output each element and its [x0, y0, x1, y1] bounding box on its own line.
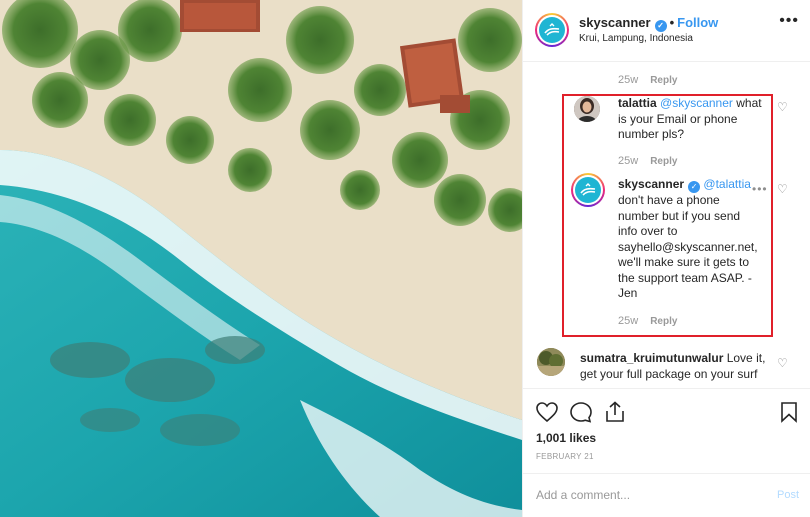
comment-body: talattia @skyscanner what is your Email …	[618, 96, 768, 143]
location-link[interactable]: Krui, Lampung, Indonesia	[579, 33, 693, 44]
post-photo[interactable]	[0, 0, 522, 517]
verified-badge-icon: ✓	[688, 181, 701, 193]
comment-text-line: Jen	[618, 286, 638, 300]
heart-outline-icon[interactable]: ♡	[777, 182, 788, 196]
account-avatar[interactable]	[535, 13, 569, 47]
header-username-row: skyscanner ✓ • Follow	[579, 15, 718, 32]
post-actions: 1,001 likes FEBRUARY 21	[523, 388, 810, 473]
reply-button[interactable]: Reply	[650, 316, 677, 327]
comment-text-line: sayhello@skyscanner.net,	[618, 239, 758, 254]
likes-count[interactable]: 1,001 likes	[536, 431, 596, 445]
commenter-avatar[interactable]	[574, 96, 600, 122]
profile-photo-icon	[574, 96, 600, 122]
heart-outline-icon[interactable]: ♡	[777, 100, 788, 114]
header-separator: •	[669, 15, 675, 30]
comment-body: skyscanner ✓ @talattia don't have a phone…	[618, 177, 768, 302]
comment-body: sumatra_kruimutunwalur Love it, get your…	[580, 351, 770, 382]
verified-badge-icon: ✓	[654, 20, 667, 32]
comment-text-line: the support team ASAP. -	[618, 270, 752, 285]
comment-age: 25w	[618, 155, 639, 167]
follow-button[interactable]: Follow	[677, 15, 718, 30]
post-comment-button[interactable]: Post	[777, 489, 799, 501]
reply-button[interactable]: Reply	[650, 156, 677, 167]
comment-options-icon[interactable]: •••	[752, 182, 768, 196]
comment-username[interactable]: skyscanner	[618, 177, 684, 191]
comment-age: 25w	[618, 74, 639, 86]
bookmark-icon[interactable]	[779, 401, 799, 423]
account-username-link[interactable]: skyscanner	[579, 15, 651, 30]
comment-mention[interactable]: @skyscanner	[660, 96, 733, 110]
skyscanner-logo-icon	[544, 23, 560, 36]
comment-meta: 25w Reply	[618, 74, 677, 86]
comment-bubble-icon[interactable]	[569, 401, 593, 423]
comment-age: 25w	[618, 315, 639, 327]
heart-outline-icon[interactable]: ♡	[777, 356, 788, 370]
post-panel: skyscanner ✓ • Follow Krui, Lampung, Indone…	[522, 0, 810, 517]
comment-username[interactable]: talattia	[618, 96, 657, 110]
comment-text-line: what	[732, 96, 762, 110]
comment-mention[interactable]: @talattia	[703, 177, 751, 191]
comments-list[interactable]: 25w Reply talattia @skyscanner what is yo…	[523, 62, 810, 388]
comment-text-line: info over to	[618, 224, 678, 238]
comment-meta: 25w Reply	[618, 155, 677, 167]
comment-text-line: we'll make sure it gets to	[618, 255, 750, 269]
like-heart-icon[interactable]	[535, 401, 559, 423]
comment-text-line: don't have a phone	[618, 193, 720, 207]
comment-username[interactable]: sumatra_kruimutunwalur	[580, 351, 723, 365]
comment-text-line: number pls?	[618, 127, 685, 141]
post-date[interactable]: FEBRUARY 21	[536, 452, 594, 461]
commenter-avatar[interactable]	[571, 173, 605, 207]
add-comment-input[interactable]	[536, 488, 756, 502]
skyscanner-logo-icon	[580, 183, 596, 196]
commenter-avatar[interactable]	[537, 348, 565, 376]
profile-photo-icon	[537, 348, 565, 376]
comment-text-line: Love it,	[723, 351, 766, 365]
comment-meta: 25w Reply	[618, 315, 677, 327]
share-icon[interactable]	[603, 401, 627, 423]
aerial-beach-image	[0, 0, 522, 517]
more-options-icon[interactable]: •••	[779, 12, 799, 30]
comment-text-line: number but if you send	[618, 208, 741, 223]
comment-text-line: is your Email or phone	[618, 111, 738, 126]
comment-text-line: get your full package on your surf	[580, 366, 758, 381]
add-comment-bar: Post	[523, 473, 810, 517]
post-header: skyscanner ✓ • Follow Krui, Lampung, Indone…	[523, 0, 810, 62]
reply-button[interactable]: Reply	[650, 75, 677, 86]
